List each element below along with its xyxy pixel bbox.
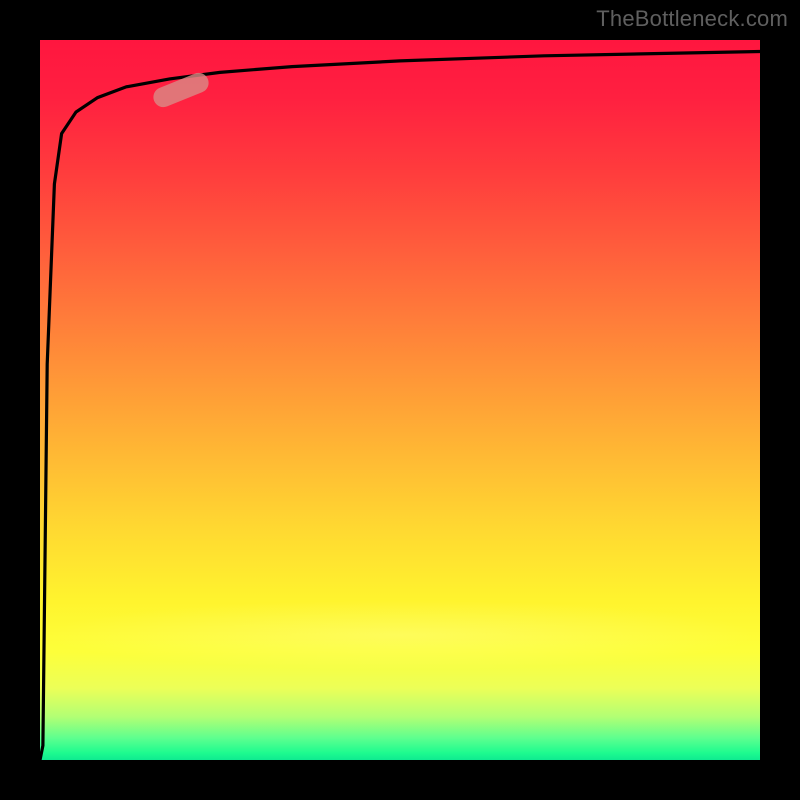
watermark-text: TheBottleneck.com <box>596 6 788 32</box>
chart-frame: TheBottleneck.com <box>0 0 800 800</box>
plot-background-gradient <box>40 40 760 760</box>
